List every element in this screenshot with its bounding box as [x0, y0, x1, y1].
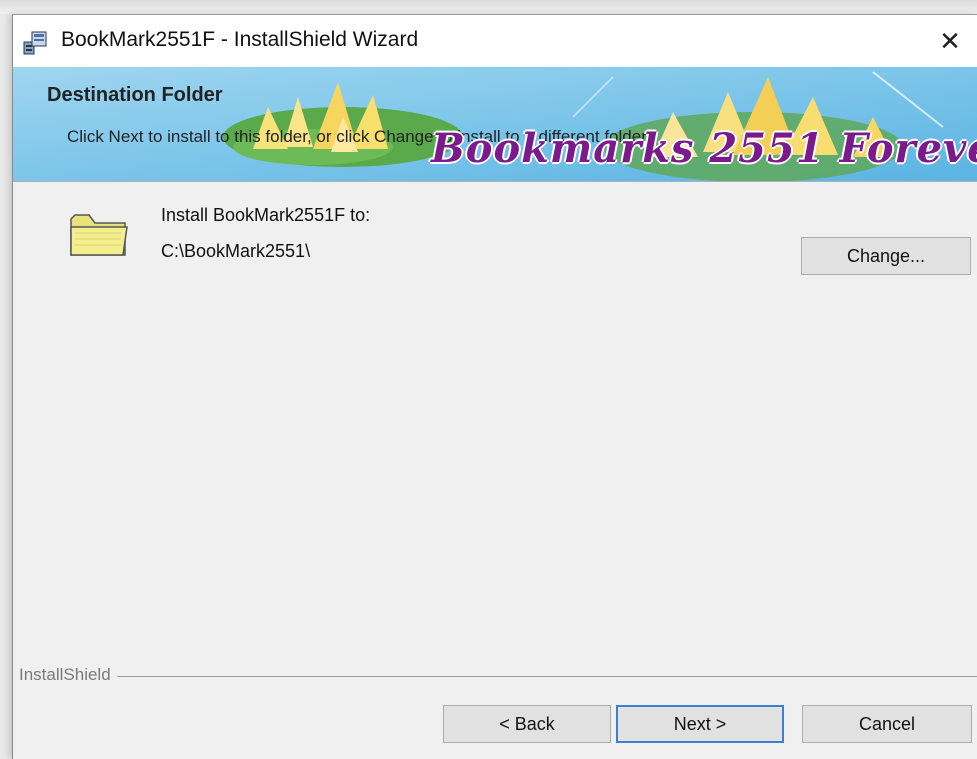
next-button[interactable]: Next > — [616, 705, 784, 743]
page-title: Destination Folder — [47, 84, 223, 106]
installer-window: BookMark2551F - InstallShield Wizard ✕ D… — [12, 14, 977, 759]
header-banner: Destination Folder Click Next to install… — [13, 67, 977, 182]
close-icon[interactable]: ✕ — [922, 15, 977, 67]
change-button[interactable]: Change... — [801, 237, 971, 275]
install-location-label: Install BookMark2551F to: — [161, 205, 371, 225]
desktop-backdrop — [0, 0, 977, 14]
cancel-button[interactable]: Cancel — [802, 705, 972, 743]
window-title: BookMark2551F - InstallShield Wizard — [61, 28, 419, 51]
installshield-label: InstallShield — [19, 665, 117, 685]
install-path: C:\BookMark2551\ — [161, 241, 311, 261]
title-bar[interactable]: BookMark2551F - InstallShield Wizard ✕ — [13, 15, 977, 67]
installer-icon — [21, 28, 49, 56]
product-brand-logo: Bookmarks 2551 Forever — [431, 125, 977, 172]
back-button[interactable]: < Back — [443, 705, 611, 743]
footer-divider — [19, 676, 977, 677]
folder-icon — [67, 205, 131, 261]
